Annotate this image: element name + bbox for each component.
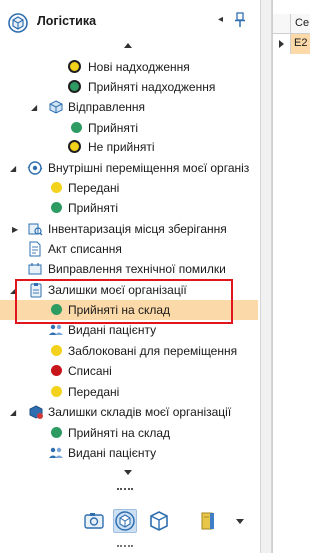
tree-item-inventory[interactable]: ▶ Інвентаризація місця зберігання (0, 219, 258, 239)
status-dot-green-icon (51, 427, 62, 438)
current-row-icon (279, 40, 284, 48)
status-dot-red-icon (51, 365, 62, 376)
tree-item-label: Прийняті (68, 201, 118, 215)
tree-item-label: Списані (68, 364, 112, 378)
expanded-caret-icon[interactable]: ◢ (10, 408, 16, 417)
tree-item-warehouse-issued-to-patient[interactable]: Видані пацієнту (0, 443, 258, 463)
annotation-highlight-box (15, 279, 233, 324)
tree-item-label: Видані пацієнту (68, 446, 157, 460)
tree-item-blocked-for-transfer[interactable]: Заблоковані для переміщення (0, 341, 258, 361)
more-modules-chevron-icon[interactable] (236, 519, 244, 524)
tree-item-shipments-accepted[interactable]: Прийняті (0, 118, 258, 138)
panel-divider[interactable] (260, 0, 272, 553)
tree-item-transfers-accepted[interactable]: Прийняті (0, 198, 258, 218)
tree-item-label: Не прийняті (88, 140, 155, 154)
logistics-cube-icon (8, 13, 28, 33)
tree-item-label: Видані пацієнту (68, 323, 157, 337)
tree-item-label: Заблоковані для переміщення (68, 344, 238, 358)
fix-error-icon (28, 263, 42, 275)
scroll-up-button[interactable] (124, 43, 132, 48)
tree-item-label: Прийняті (88, 121, 138, 135)
tree-item-label: Залишки складів моєї організації (48, 405, 232, 419)
internal-transfer-icon (27, 161, 43, 175)
tree-item-label: Прийняті на склад (68, 426, 171, 440)
tree-item-accepted-arrivals[interactable]: Прийняті надходження (0, 77, 258, 97)
status-dot-yellow-icon (51, 345, 62, 356)
panel-title: Логістика (37, 14, 97, 28)
status-dot-green-icon (71, 122, 82, 133)
tree-item-sent[interactable]: Передані (0, 382, 258, 402)
tree-item-label: Передані (68, 181, 120, 195)
status-dot-green-icon (68, 80, 81, 93)
expanded-caret-icon[interactable]: ◢ (10, 164, 16, 173)
tree-item-tech-error-fix[interactable]: Виправлення технічної помилки (0, 259, 258, 279)
collapsed-caret-icon[interactable]: ▶ (12, 225, 18, 234)
status-dot-green-icon (51, 202, 62, 213)
logistics-module-button[interactable] (113, 509, 137, 533)
status-dot-yellow-icon (68, 60, 81, 73)
pin-icon[interactable] (233, 12, 247, 28)
grid-row-indicator[interactable] (273, 34, 291, 54)
tree-item-label: Внутрішні переміщення моєї організ (48, 161, 250, 175)
shipment-box-icon (49, 100, 63, 114)
tree-item-written-off[interactable]: Списані (0, 361, 258, 381)
tree-item-label: Інвентаризація місця зберігання (48, 222, 227, 236)
tree-item-label: Відправлення (68, 100, 146, 114)
grid-cell[interactable]: E2 (291, 34, 310, 54)
tree-item-label: Нові надходження (88, 60, 190, 74)
grid-corner (273, 14, 291, 34)
panel-header: Логістика ◂ (0, 0, 260, 40)
bottom-grip[interactable] (117, 545, 133, 547)
status-dot-yellow-icon (68, 140, 81, 153)
tree-item-warehouse-balances[interactable]: ◢ Залишки складів моєї організації (0, 402, 258, 422)
tree-item-warehouse-accepted[interactable]: Прийняті на склад (0, 423, 258, 443)
tree-item-label: Передані (68, 385, 120, 399)
tree-item-label: Прийняті надходження (88, 80, 216, 94)
tree-item-new-arrivals[interactable]: Нові надходження (0, 57, 258, 77)
patients-icon (49, 324, 63, 335)
grid-column-header[interactable]: Се (291, 14, 310, 34)
patients-icon (49, 447, 63, 458)
logistics-cube-icon (115, 511, 135, 531)
tree-item-internal-transfers[interactable]: ◢ Внутрішні переміщення моєї організ (0, 158, 258, 178)
collapse-panel-button[interactable]: ◂ (218, 14, 223, 25)
tree-item-write-off-act[interactable]: Акт списання (0, 239, 258, 259)
data-grid: Се E2 (272, 0, 310, 553)
scroll-down-button[interactable] (124, 470, 132, 475)
warehouse-balances-icon (29, 405, 43, 419)
tree-item-shipments[interactable]: ◢ Відправлення (0, 97, 258, 117)
status-dot-yellow-icon (51, 386, 62, 397)
expanded-caret-icon[interactable]: ◢ (31, 103, 37, 112)
tree-item-label: Виправлення технічної помилки (48, 262, 226, 276)
document-icon (29, 241, 41, 257)
status-dot-yellow-icon (51, 182, 62, 193)
inventory-icon (28, 223, 43, 236)
navigation-panel: Логістика ◂ Нові надходження Прийняті на… (0, 0, 260, 553)
camera-icon[interactable] (82, 509, 106, 533)
tree-item-shipments-not-accepted[interactable]: Не прийняті (0, 137, 258, 157)
book-icon[interactable] (196, 509, 220, 533)
tree-item-transfers-sent[interactable]: Передані (0, 178, 258, 198)
toolbar-splitter[interactable] (117, 488, 133, 490)
box-outline-icon[interactable] (147, 509, 171, 533)
tree-item-label: Акт списання (48, 242, 122, 256)
